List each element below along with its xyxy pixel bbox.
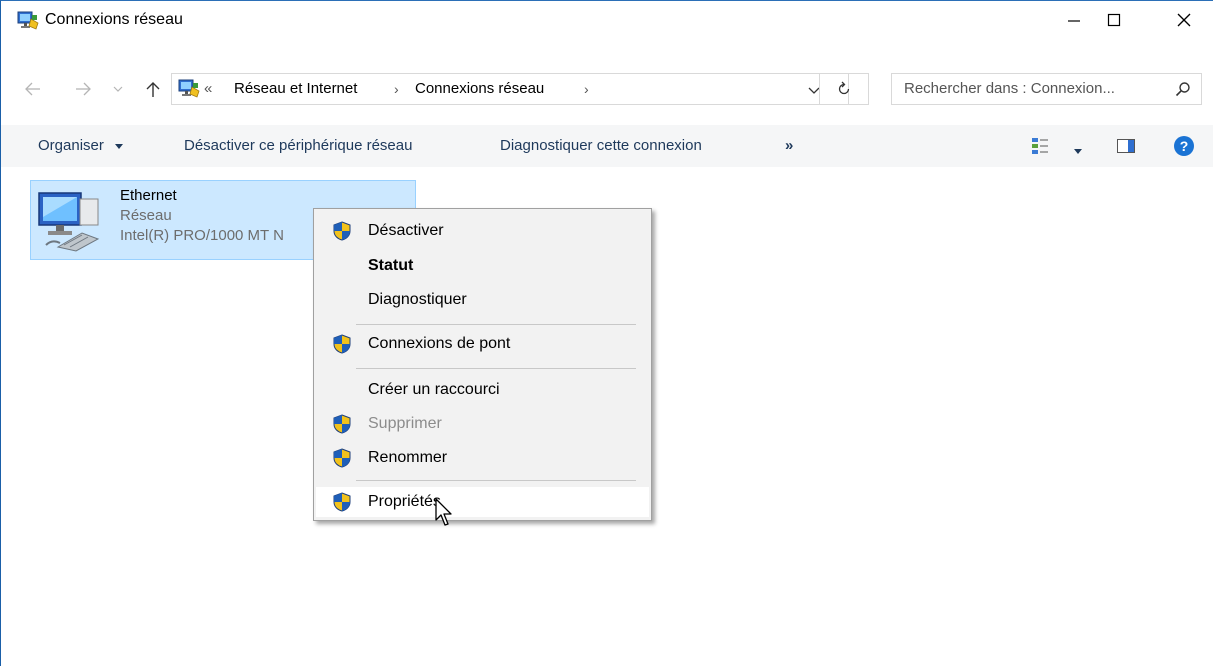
more-commands-button[interactable]: » (785, 135, 793, 157)
caret-down-icon (1074, 149, 1082, 154)
menu-separator (356, 480, 636, 481)
preview-pane-icon (1117, 139, 1135, 153)
uac-shield-icon (333, 334, 351, 354)
window: Connexions réseau « Réseau et Internet ›… (0, 0, 1213, 666)
menu-item-label: Statut (368, 257, 414, 274)
context-menu: Désactiver Statut Diagnostiquer Connexio… (313, 208, 652, 521)
search-icon[interactable] (1175, 81, 1191, 97)
view-options-dropdown[interactable] (1073, 143, 1083, 161)
breadcrumb-network-internet[interactable]: Réseau et Internet (234, 79, 357, 99)
diagnose-connection-button[interactable]: Diagnostiquer cette connexion (500, 135, 702, 157)
mouse-pointer-icon (435, 498, 452, 526)
menu-item-label: Renommer (368, 449, 448, 466)
preview-pane-button[interactable] (1117, 139, 1135, 158)
up-button[interactable] (141, 75, 165, 103)
window-title: Connexions réseau (45, 11, 183, 28)
menu-item-delete[interactable]: Supprimer (316, 409, 649, 439)
search-box[interactable]: Rechercher dans : Connexion... (891, 73, 1202, 105)
menu-item-label: Créer un raccourci (368, 381, 500, 398)
organize-menu-button[interactable]: Organiser (38, 135, 124, 157)
uac-shield-icon (333, 414, 351, 434)
uac-shield-icon (333, 221, 351, 241)
view-details-icon (1032, 138, 1048, 154)
item-adapter: Intel(R) PRO/1000 MT N (120, 227, 284, 244)
arrow-left-icon (25, 82, 40, 96)
menu-item-label: Désactiver (368, 222, 444, 239)
command-bar: Organiser Désactiver ce périphérique rés… (1, 125, 1213, 167)
refresh-button[interactable] (819, 73, 869, 105)
breadcrumb-overflow[interactable]: « (204, 79, 212, 99)
back-button[interactable] (21, 75, 45, 103)
breadcrumb-separator[interactable]: › (394, 79, 399, 99)
organize-label: Organiser (38, 137, 104, 154)
menu-item-label: Connexions de pont (368, 335, 511, 352)
caret-down-icon (115, 144, 124, 150)
chevron-down-icon (113, 86, 123, 92)
maximize-button[interactable] (1091, 1, 1137, 39)
item-name: Ethernet (120, 187, 177, 204)
menu-item-properties[interactable]: Propriétés (316, 487, 649, 517)
address-bar[interactable]: « Réseau et Internet › Connexions réseau… (171, 73, 849, 105)
item-network: Réseau (120, 207, 172, 224)
menu-item-bridge-connections[interactable]: Connexions de pont (316, 329, 649, 359)
menu-separator (356, 324, 636, 325)
arrow-right-icon (76, 82, 91, 96)
maximize-icon (1107, 13, 1121, 27)
disable-device-button[interactable]: Désactiver ce périphérique réseau (184, 135, 412, 157)
menu-item-create-shortcut[interactable]: Créer un raccourci (316, 375, 649, 405)
minimize-icon (1068, 20, 1080, 22)
recent-locations-button[interactable] (109, 75, 127, 103)
breadcrumb-network-connections[interactable]: Connexions réseau (415, 79, 544, 99)
help-button[interactable]: ? (1173, 135, 1195, 162)
menu-item-label: Supprimer (368, 415, 442, 432)
change-view-button[interactable] (1031, 137, 1049, 160)
uac-shield-icon (333, 448, 351, 468)
arrow-up-icon (146, 82, 160, 97)
network-connections-icon (17, 11, 39, 30)
menu-separator (356, 368, 636, 369)
menu-item-label: Propriétés (368, 493, 441, 510)
help-icon: ? (1174, 136, 1194, 156)
menu-item-diagnose[interactable]: Diagnostiquer (316, 285, 649, 315)
navigation-bar: « Réseau et Internet › Connexions réseau… (1, 61, 1213, 117)
menu-item-rename[interactable]: Renommer (316, 443, 649, 473)
breadcrumb-separator[interactable]: › (584, 79, 589, 99)
refresh-icon (838, 81, 850, 95)
uac-shield-icon (333, 492, 351, 512)
close-icon (1177, 13, 1191, 27)
title-bar: Connexions réseau (1, 1, 1213, 39)
close-button[interactable] (1161, 1, 1207, 39)
svg-text:?: ? (1180, 138, 1189, 154)
forward-button[interactable] (71, 75, 95, 103)
menu-item-status[interactable]: Statut (316, 251, 649, 281)
menu-item-label: Diagnostiquer (368, 291, 467, 308)
search-input[interactable]: Rechercher dans : Connexion... (904, 79, 1115, 99)
ethernet-adapter-icon (38, 192, 100, 252)
menu-item-disable[interactable]: Désactiver (316, 216, 649, 246)
network-connections-icon (178, 79, 200, 98)
